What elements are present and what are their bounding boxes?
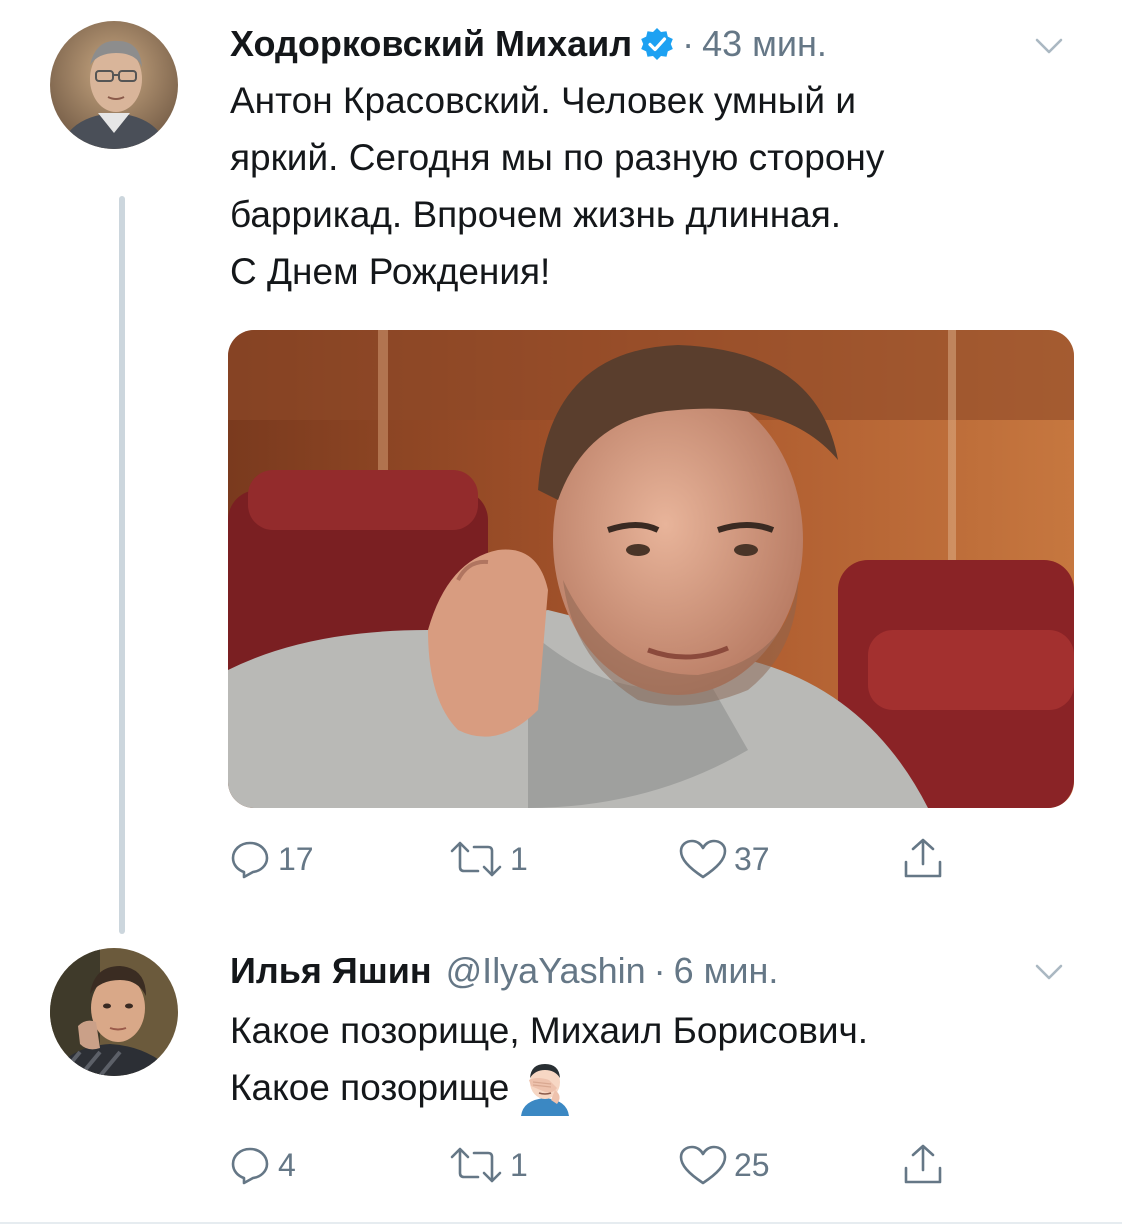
- author-name[interactable]: Ходорковский Михаил: [230, 22, 632, 66]
- tweet-header: Илья Яшин @IlyaYashin · 6 мин.: [230, 949, 778, 993]
- tweet-actions: 4 1 25: [228, 1140, 988, 1190]
- tweet-text-line: Какое позорище, Михаил Борисович.: [230, 1010, 869, 1051]
- share-button[interactable]: [900, 834, 946, 884]
- retweet-count: 1: [510, 1146, 528, 1183]
- tweet-text: Какое позорище, Михаил Борисович. Какое …: [230, 1002, 1090, 1116]
- separator: ·: [653, 950, 666, 991]
- reply-count: 4: [278, 1146, 296, 1183]
- like-count: 25: [734, 1146, 770, 1183]
- retweet-count: 1: [510, 840, 528, 877]
- heart-icon: [679, 839, 727, 879]
- timestamp[interactable]: 6 мин.: [674, 949, 779, 993]
- tweet-actions: 17 1 37: [228, 834, 988, 884]
- tweet-khodorkovsky[interactable]: Ходорковский Михаил · 43 мин. Антон Крас…: [0, 0, 1122, 934]
- chevron-down-icon[interactable]: [1034, 962, 1064, 982]
- verified-badge-icon: [640, 27, 674, 61]
- facepalm-emoji-icon: [517, 1060, 573, 1116]
- like-button[interactable]: 37: [678, 834, 770, 884]
- reply-icon: [231, 841, 269, 879]
- tweet-yashin[interactable]: Илья Яшин @IlyaYashin · 6 мин. Какое поз…: [0, 930, 1122, 1222]
- timestamp[interactable]: 43 мин.: [702, 22, 827, 66]
- like-button[interactable]: 25: [678, 1140, 770, 1190]
- chevron-down-icon[interactable]: [1034, 36, 1064, 56]
- tweet-text: Антон Красовский. Человек умный и яркий.…: [230, 80, 885, 292]
- reply-count: 17: [278, 840, 314, 877]
- thread-line: [119, 196, 125, 934]
- share-icon: [904, 1144, 942, 1184]
- heart-icon: [679, 1145, 727, 1185]
- reply-button[interactable]: 17: [228, 834, 314, 884]
- separator: ·: [682, 23, 695, 64]
- tweet-photo[interactable]: [228, 330, 1074, 808]
- reply-button[interactable]: 4: [228, 1140, 296, 1190]
- retweet-button[interactable]: 1: [448, 1140, 528, 1190]
- retweet-icon: [450, 841, 502, 877]
- tweet-text-line: Какое позорище: [230, 1067, 510, 1108]
- divider: [0, 1222, 1122, 1224]
- avatar-khodorkovsky[interactable]: [50, 21, 178, 149]
- retweet-button[interactable]: 1: [448, 834, 528, 884]
- like-count: 37: [734, 840, 770, 877]
- tweet-header: Ходорковский Михаил · 43 мин.: [230, 22, 827, 66]
- avatar-yashin[interactable]: [50, 948, 178, 1076]
- tweet-text-line-2: Какое позорище: [230, 1059, 1090, 1116]
- share-icon: [904, 838, 942, 878]
- author-name[interactable]: Илья Яшин: [230, 949, 432, 993]
- share-button[interactable]: [900, 1140, 946, 1190]
- author-handle[interactable]: @IlyaYashin: [446, 949, 646, 993]
- reply-icon: [231, 1147, 269, 1185]
- retweet-icon: [450, 1147, 502, 1183]
